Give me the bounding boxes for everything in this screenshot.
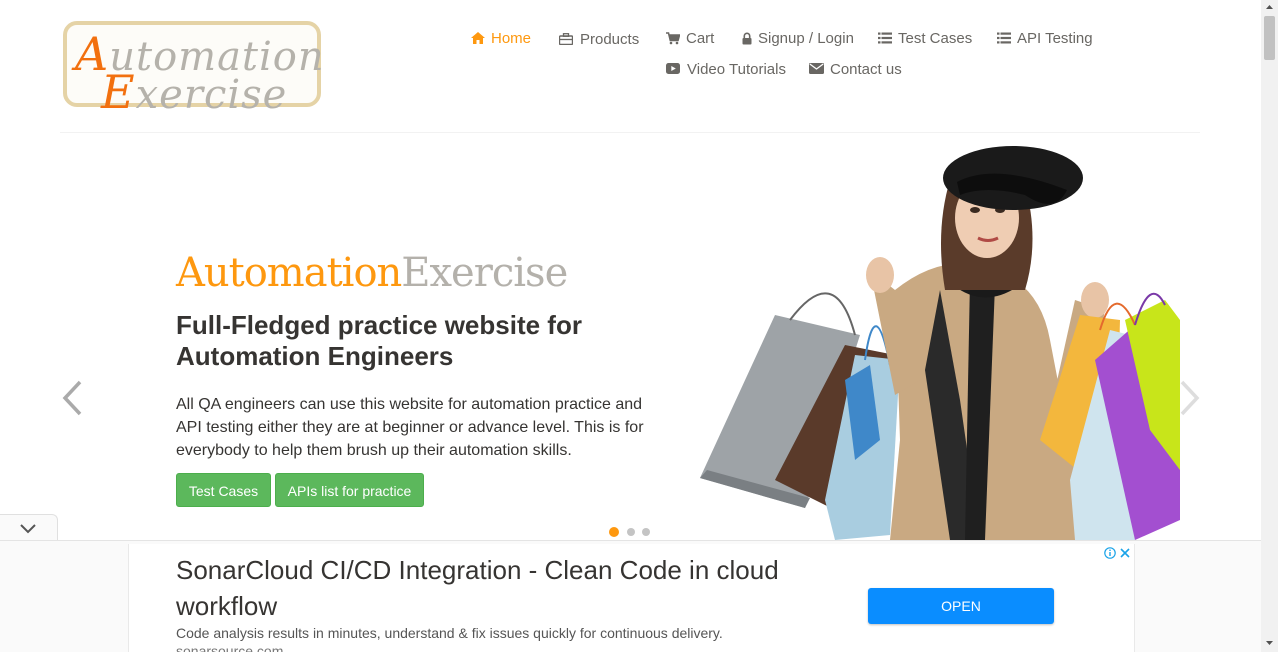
ad-title[interactable]: SonarCloud CI/CD Integration - Clean Cod… bbox=[176, 552, 796, 624]
slider-dot-2[interactable] bbox=[627, 528, 635, 536]
chevron-right-icon bbox=[1180, 380, 1200, 416]
hero-woman-shopping-image bbox=[700, 146, 1180, 540]
slider-next-arrow[interactable] bbox=[1179, 380, 1201, 421]
nav-products-label: Products bbox=[580, 31, 640, 48]
page-scrollbar[interactable] bbox=[1261, 0, 1278, 652]
page: Automation Exercise Home Products Cart S… bbox=[0, 0, 1261, 652]
lock-icon bbox=[742, 32, 752, 45]
ad-open-button[interactable]: OPEN bbox=[868, 588, 1054, 624]
youtube-play-icon bbox=[666, 63, 680, 74]
close-icon[interactable] bbox=[1120, 548, 1130, 558]
apis-list-button[interactable]: APIs list for practice bbox=[275, 473, 424, 507]
nav-api-testing-label: API Testing bbox=[1017, 30, 1093, 47]
header-divider bbox=[60, 132, 1200, 133]
slider-prev-arrow[interactable] bbox=[61, 380, 83, 421]
ad-description: Code analysis results in minutes, unders… bbox=[176, 625, 723, 641]
ad-url: sonarsource.com bbox=[176, 643, 284, 652]
nav-home-label: Home bbox=[491, 30, 532, 47]
nav-video-tutorials-label: Video Tutorials bbox=[687, 61, 786, 78]
chevron-down-icon bbox=[20, 524, 36, 534]
slider-brand-title: AutomationExercise bbox=[176, 250, 568, 296]
nav-signup-login-label: Signup / Login bbox=[758, 30, 854, 47]
shopping-cart-icon bbox=[666, 32, 680, 45]
scroll-up-arrow-icon[interactable] bbox=[1261, 0, 1278, 14]
nav-test-cases-label: Test Cases bbox=[898, 30, 973, 47]
test-cases-button[interactable]: Test Cases bbox=[176, 473, 271, 507]
nav-cart-label: Cart bbox=[686, 30, 715, 47]
info-icon[interactable] bbox=[1104, 547, 1116, 559]
list-icon bbox=[878, 32, 892, 44]
home-icon bbox=[471, 32, 485, 44]
list-icon bbox=[997, 32, 1011, 44]
ad-collapse-toggle[interactable] bbox=[0, 514, 58, 543]
slider-dot-1[interactable] bbox=[609, 527, 619, 537]
slider-headline: Full-Fledged practice website for Automa… bbox=[176, 310, 582, 371]
briefcase-icon bbox=[559, 33, 573, 45]
logo-line-2: Exercise bbox=[101, 65, 288, 119]
site-logo[interactable]: Automation Exercise bbox=[63, 21, 324, 119]
slider-description: All QA engineers can use this website fo… bbox=[176, 396, 644, 459]
slider-dot-3[interactable] bbox=[642, 528, 650, 536]
ad-card[interactable]: SonarCloud CI/CD Integration - Clean Cod… bbox=[128, 544, 1135, 652]
nav-contact-us-label: Contact us bbox=[830, 61, 902, 78]
envelope-icon bbox=[809, 63, 824, 74]
chevron-left-icon bbox=[62, 380, 82, 416]
scrollbar-thumb[interactable] bbox=[1264, 16, 1275, 60]
scroll-down-arrow-icon[interactable] bbox=[1261, 636, 1278, 650]
